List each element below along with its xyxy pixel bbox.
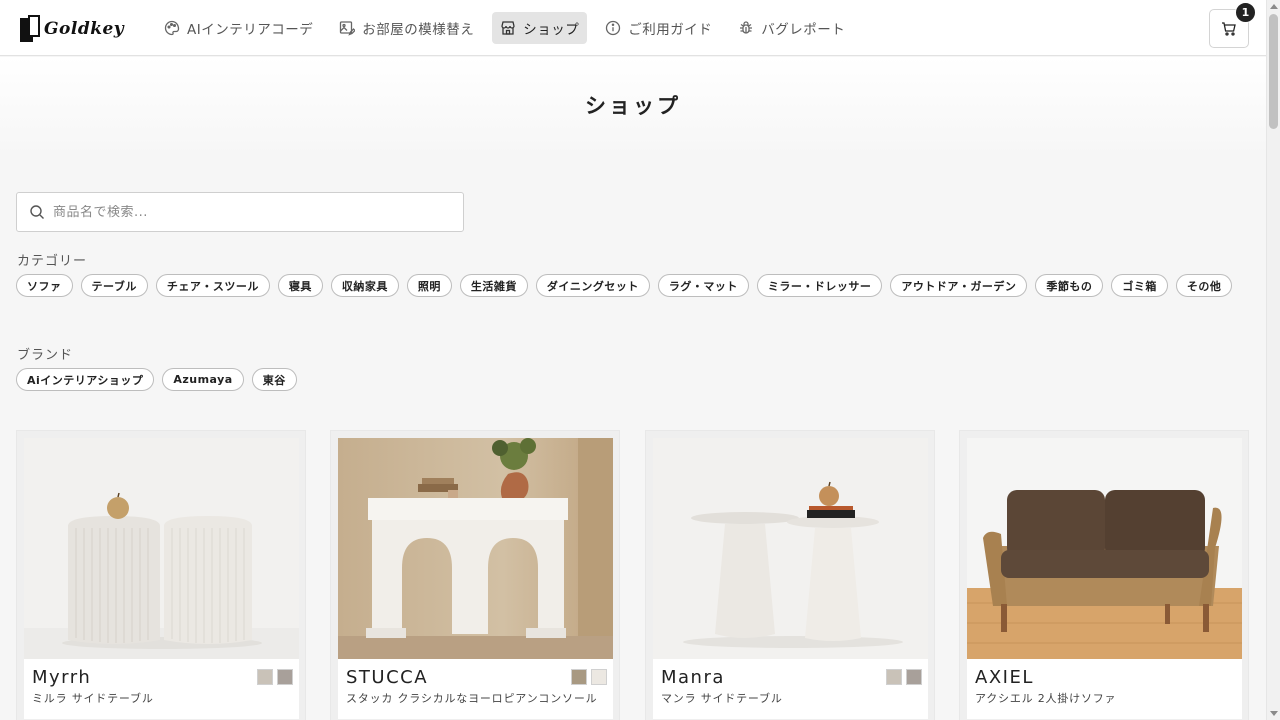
brand-chip[interactable]: Aiインテリアショップ bbox=[16, 368, 155, 391]
product-info: Myrrh ミルラ サイドテーブル bbox=[24, 659, 299, 719]
category-chip[interactable]: ソファ bbox=[16, 274, 73, 297]
cart-icon bbox=[1222, 21, 1236, 36]
color-swatch[interactable] bbox=[906, 669, 922, 685]
product-info: AXIEL アクシエル 2人掛けソファ bbox=[967, 659, 1242, 719]
product-name: STUCCA bbox=[346, 667, 429, 688]
brand-logo[interactable]: Goldkey bbox=[16, 15, 130, 43]
nav-item-label: バグレポート bbox=[761, 22, 846, 38]
category-chip[interactable]: アウトドア・ガーデン bbox=[890, 274, 1028, 297]
color-swatch[interactable] bbox=[591, 669, 607, 685]
product-subtitle: ミルラ サイドテーブル bbox=[32, 692, 154, 705]
nav-item-guide[interactable]: ご利用ガイド bbox=[597, 12, 720, 44]
palette-icon bbox=[164, 20, 180, 36]
color-swatch[interactable] bbox=[277, 669, 293, 685]
scroll-up-arrow-icon[interactable] bbox=[1270, 4, 1278, 9]
search-icon bbox=[30, 205, 44, 219]
color-swatches bbox=[253, 669, 293, 685]
category-chip[interactable]: 収納家具 bbox=[330, 274, 399, 297]
product-name: Myrrh bbox=[32, 667, 92, 688]
product-card[interactable]: Myrrh ミルラ サイドテーブル bbox=[16, 430, 306, 720]
brand-chip[interactable]: 東谷 bbox=[251, 368, 297, 391]
product-subtitle: マンラ サイドテーブル bbox=[661, 692, 783, 705]
search-box[interactable] bbox=[16, 192, 464, 232]
product-card[interactable]: Manra マンラ サイドテーブル bbox=[645, 430, 935, 720]
search-input[interactable] bbox=[53, 204, 433, 220]
category-label: カテゴリー bbox=[17, 254, 88, 269]
category-chip[interactable]: テーブル bbox=[80, 274, 148, 297]
color-swatch[interactable] bbox=[886, 669, 902, 685]
brand-label: ブランド bbox=[17, 348, 74, 363]
scroll-thumb[interactable] bbox=[1269, 14, 1278, 129]
product-info: Manra マンラ サイドテーブル bbox=[653, 659, 928, 719]
category-chip[interactable]: 照明 bbox=[406, 274, 452, 297]
category-chip[interactable]: ミラー・ドレッサー bbox=[756, 274, 883, 297]
product-image[interactable] bbox=[338, 438, 613, 659]
store-icon bbox=[501, 21, 515, 35]
page-title: ショップ bbox=[585, 94, 681, 118]
main-nav: AIインテリアコーデ お部屋の模様替え ショップ ご利用ガイド バグレポート bbox=[156, 12, 863, 44]
product-card[interactable]: STUCCA スタッカ クラシカルなヨーロピアンコンソール bbox=[330, 430, 620, 720]
color-swatches bbox=[882, 669, 922, 685]
logo-mark-icon bbox=[16, 15, 42, 43]
nav-item-shop[interactable]: ショップ bbox=[492, 12, 588, 44]
nav-item-ai-coordinate[interactable]: AIインテリアコーデ bbox=[156, 12, 321, 44]
category-chip[interactable]: チェア・スツール bbox=[155, 274, 270, 297]
bug-icon bbox=[740, 21, 753, 34]
brand-chips: Aiインテリアショップ Azumaya 東谷 bbox=[16, 368, 1256, 398]
color-swatch[interactable] bbox=[571, 669, 587, 685]
category-chip[interactable]: 寝具 bbox=[277, 274, 323, 297]
product-name: Manra bbox=[661, 667, 725, 688]
product-image[interactable] bbox=[653, 438, 928, 659]
nav-item-bug-report[interactable]: バグレポート bbox=[730, 12, 853, 44]
product-info: STUCCA スタッカ クラシカルなヨーロピアンコンソール bbox=[338, 659, 613, 719]
category-chip[interactable]: その他 bbox=[1175, 274, 1233, 297]
category-chip[interactable]: ダイニングセット bbox=[535, 274, 650, 297]
page-scrollbar[interactable] bbox=[1266, 0, 1280, 720]
product-image[interactable] bbox=[967, 438, 1242, 659]
logo-text: Goldkey bbox=[44, 19, 125, 39]
category-chips: ソファ テーブル チェア・スツール 寝具 収納家具 照明 生活雑貨 ダイニングセット ラグ・マッ… bbox=[16, 274, 1256, 304]
product-subtitle: アクシエル 2人掛けソファ bbox=[975, 692, 1117, 705]
color-swatches bbox=[567, 669, 607, 685]
product-subtitle: スタッカ クラシカルなヨーロピアンコンソール bbox=[346, 692, 598, 705]
product-card[interactable]: AXIEL アクシエル 2人掛けソファ bbox=[959, 430, 1249, 720]
product-image[interactable] bbox=[24, 438, 299, 659]
nav-item-label: AIインテリアコーデ bbox=[187, 22, 314, 38]
category-chip[interactable]: ラグ・マット bbox=[657, 274, 749, 297]
category-chip[interactable]: ゴミ箱 bbox=[1111, 274, 1168, 297]
category-chip[interactable]: 季節もの bbox=[1035, 274, 1104, 297]
top-navigation-bar: Goldkey AIインテリアコーデ お部屋の模様替え ショップ ご利用ガイド … bbox=[0, 0, 1266, 56]
nav-item-room-makeover[interactable]: お部屋の模様替え bbox=[331, 12, 482, 44]
product-name: AXIEL bbox=[975, 667, 1034, 688]
category-chip[interactable]: 生活雑貨 bbox=[459, 274, 528, 297]
nav-item-label: お部屋の模様替え bbox=[362, 22, 475, 38]
nav-item-label: ショップ bbox=[523, 22, 580, 38]
scroll-down-arrow-icon[interactable] bbox=[1270, 711, 1278, 716]
cart-count-badge: 1 bbox=[1235, 2, 1256, 23]
info-icon bbox=[606, 20, 621, 36]
brand-chip[interactable]: Azumaya bbox=[162, 368, 244, 391]
nav-item-label: ご利用ガイド bbox=[628, 22, 713, 38]
image-edit-icon bbox=[340, 21, 356, 36]
color-swatch[interactable] bbox=[257, 669, 273, 685]
